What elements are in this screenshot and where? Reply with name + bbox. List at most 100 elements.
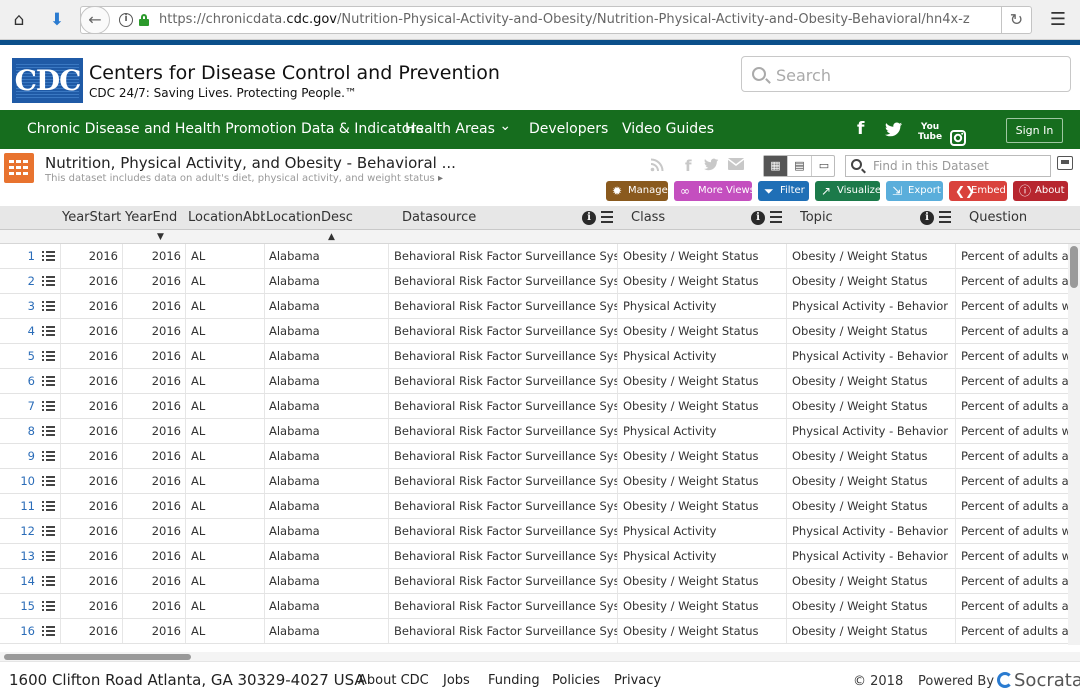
page-view-icon[interactable]: ▭ [812, 156, 836, 176]
row-menu-icon[interactable] [42, 476, 55, 487]
export-button[interactable]: ⇲ Export [886, 181, 943, 201]
back-icon[interactable]: ← [81, 7, 110, 33]
scrollbar-thumb[interactable] [1070, 246, 1078, 288]
table-row[interactable]: 2 2016 2016 AL Alabama Behavioral Risk Factor… [0, 269, 1068, 294]
site-title[interactable]: Centers for Disease Control and Preventi… [89, 62, 500, 84]
row-menu-icon[interactable] [42, 326, 55, 337]
row-menu-icon[interactable] [42, 526, 55, 537]
cdc-logo[interactable]: CDC [12, 58, 83, 103]
sort-ascending-icon[interactable]: ▲ [328, 232, 335, 242]
row-number[interactable]: 8 [0, 419, 37, 443]
socrata-logo[interactable]: Socrata [997, 670, 1080, 692]
row-number[interactable]: 15 [0, 594, 37, 618]
column-header-class[interactable]: Class [631, 206, 731, 230]
info-icon[interactable]: i [119, 13, 133, 27]
vertical-scrollbar[interactable] [1068, 244, 1080, 645]
twitter-share-icon[interactable] [704, 158, 719, 175]
column-menu-icon[interactable] [601, 211, 613, 224]
table-row[interactable]: 4 2016 2016 AL Alabama Behavioral Risk Factor… [0, 319, 1068, 344]
row-menu-icon[interactable] [42, 551, 55, 562]
column-header-locationdesc[interactable]: LocationDesc [266, 206, 376, 230]
address-bar[interactable]: ← i https://chronicdata.cdc.gov/Nutritio… [80, 6, 1032, 34]
manage-button[interactable]: ✹ Manage [606, 181, 668, 201]
facebook-icon[interactable]: f [857, 110, 864, 149]
row-menu-icon[interactable] [42, 376, 55, 387]
table-row[interactable]: 7 2016 2016 AL Alabama Behavioral Risk Factor… [0, 394, 1068, 419]
column-header-datasource[interactable]: Datasource [402, 206, 552, 230]
footer-link-policies[interactable]: Policies [552, 673, 600, 688]
horizontal-scrollbar[interactable] [0, 652, 1080, 661]
dataset-description[interactable]: This dataset includes data on adult's di… [45, 173, 443, 184]
find-in-dataset-input[interactable] [873, 157, 1043, 175]
nav-item-developers[interactable]: Developers [529, 110, 608, 149]
column-menu-icon[interactable] [939, 211, 951, 224]
instagram-icon[interactable] [950, 121, 966, 146]
rss-icon[interactable] [650, 158, 664, 176]
reload-icon[interactable]: ↻ [1001, 7, 1031, 33]
grid-view-icon[interactable]: ▦ [764, 156, 788, 176]
email-icon[interactable] [727, 158, 745, 174]
table-row[interactable]: 1 2016 2016 AL Alabama Behavioral Risk Factor… [0, 244, 1068, 269]
embed-button[interactable]: ❮❯ Embed [949, 181, 1007, 201]
column-menu-icon[interactable] [770, 211, 782, 224]
row-menu-icon[interactable] [42, 301, 55, 312]
row-number[interactable]: 16 [0, 619, 37, 643]
find-in-dataset[interactable] [845, 155, 1051, 177]
table-row[interactable]: 8 2016 2016 AL Alabama Behavioral Risk Factor… [0, 419, 1068, 444]
info-icon[interactable]: i [920, 211, 934, 225]
card-view-icon[interactable]: ▤ [788, 156, 812, 176]
row-number[interactable]: 7 [0, 394, 37, 418]
row-menu-icon[interactable] [42, 451, 55, 462]
table-row[interactable]: 16 2016 2016 AL Alabama Behavioral Risk Facto… [0, 619, 1068, 644]
table-row[interactable]: 15 2016 2016 AL Alabama Behavioral Risk Facto… [0, 594, 1068, 619]
row-number[interactable]: 9 [0, 444, 37, 468]
collapse-icon[interactable] [1057, 156, 1073, 170]
url-text[interactable]: https://chronicdata.cdc.gov/Nutrition-Ph… [159, 7, 979, 33]
search-input[interactable] [776, 63, 1056, 87]
row-menu-icon[interactable] [42, 401, 55, 412]
row-menu-icon[interactable] [42, 251, 55, 262]
row-menu-icon[interactable] [42, 276, 55, 287]
column-header-yearstart[interactable]: YearStart [62, 206, 124, 230]
sort-descending-icon[interactable]: ▼ [157, 232, 164, 242]
visualize-button[interactable]: ↗ Visualize [815, 181, 881, 201]
site-search[interactable] [741, 56, 1071, 92]
filter-button[interactable]: ⏷ Filter [758, 181, 809, 201]
table-row[interactable]: 13 2016 2016 AL Alabama Behavioral Risk Facto… [0, 544, 1068, 569]
row-number[interactable]: 3 [0, 294, 37, 318]
info-icon[interactable]: i [751, 211, 765, 225]
row-number[interactable]: 1 [0, 244, 37, 268]
column-header-yearend[interactable]: YearEnd [125, 206, 187, 230]
table-row[interactable]: 12 2016 2016 AL Alabama Behavioral Risk Facto… [0, 519, 1068, 544]
row-number[interactable]: 10 [0, 469, 37, 493]
nav-item-video-guides[interactable]: Video Guides [622, 110, 714, 149]
nav-item-health-areas[interactable]: Health Areas ⌄ [405, 110, 511, 149]
table-row[interactable]: 11 2016 2016 AL Alabama Behavioral Risk Facto… [0, 494, 1068, 519]
row-menu-icon[interactable] [42, 626, 55, 637]
row-number[interactable]: 14 [0, 569, 37, 593]
footer-link-funding[interactable]: Funding [488, 673, 540, 688]
table-row[interactable]: 5 2016 2016 AL Alabama Behavioral Risk Factor… [0, 344, 1068, 369]
row-menu-icon[interactable] [42, 351, 55, 362]
row-menu-icon[interactable] [42, 501, 55, 512]
row-menu-icon[interactable] [42, 426, 55, 437]
download-icon[interactable]: ⬇ [46, 6, 68, 34]
youtube-icon[interactable]: You Tube [918, 122, 942, 142]
row-menu-icon[interactable] [42, 576, 55, 587]
menu-icon[interactable]: ☰ [1046, 6, 1070, 34]
column-header-question[interactable]: Question [969, 206, 1069, 230]
about-button[interactable]: ⓘ About [1013, 181, 1068, 201]
row-number[interactable]: 6 [0, 369, 37, 393]
row-number[interactable]: 13 [0, 544, 37, 568]
table-row[interactable]: 14 2016 2016 AL Alabama Behavioral Risk Facto… [0, 569, 1068, 594]
twitter-icon[interactable] [885, 110, 903, 149]
nav-item-chronic-disease[interactable]: Chronic Disease and Health Promotion Dat… [27, 110, 423, 149]
more-views-button[interactable]: ∞ More Views [674, 181, 755, 201]
sign-in-button[interactable]: Sign In [1006, 118, 1063, 143]
table-row[interactable]: 10 2016 2016 AL Alabama Behavioral Risk Facto… [0, 469, 1068, 494]
info-icon[interactable]: i [582, 211, 596, 225]
footer-link-jobs[interactable]: Jobs [443, 673, 470, 688]
row-number[interactable]: 12 [0, 519, 37, 543]
scrollbar-thumb[interactable] [4, 654, 191, 660]
facebook-share-icon[interactable]: f [685, 157, 692, 175]
